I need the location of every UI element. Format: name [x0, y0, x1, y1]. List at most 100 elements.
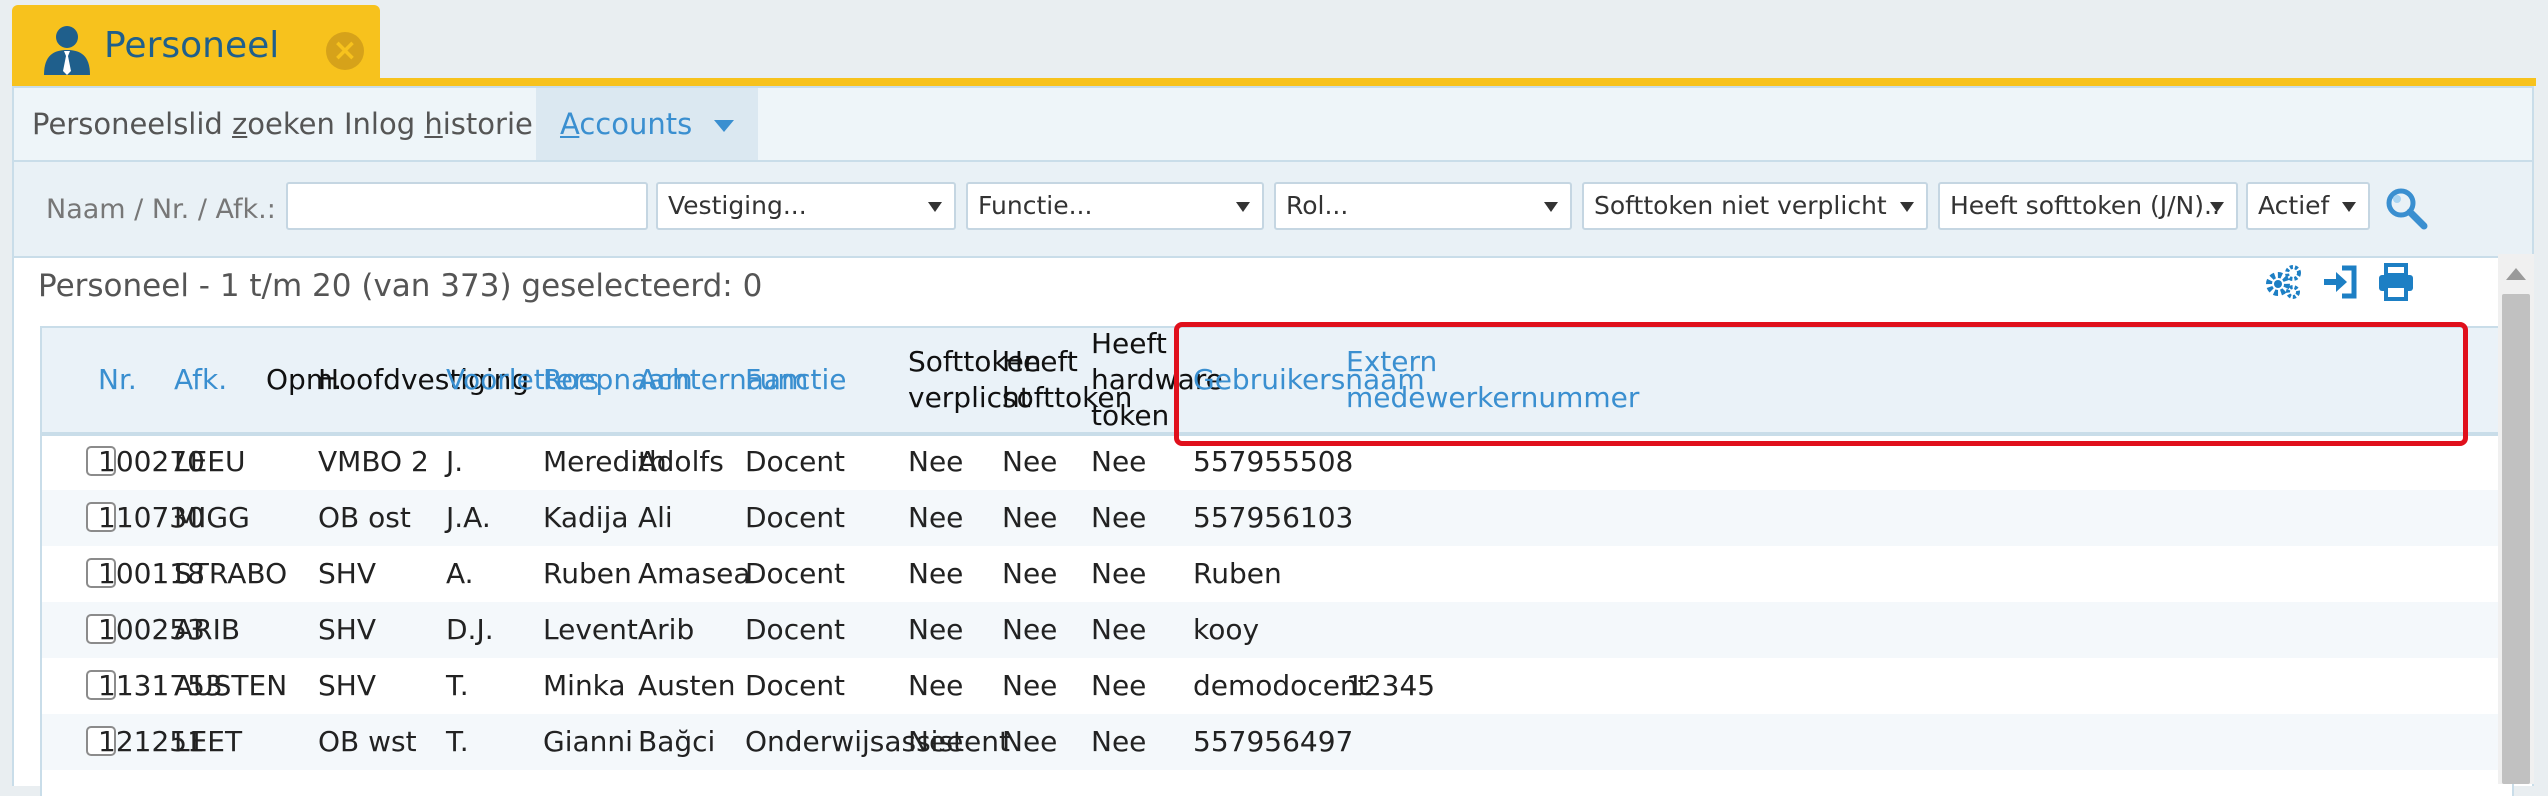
cell-hardware-token: Nee [1091, 669, 1147, 702]
cell-voorletters: A. [446, 557, 474, 590]
cell-roepnaam: Gianni [543, 725, 633, 758]
cell-extern: 12345 [1346, 669, 1436, 702]
dropdown-arrow-icon [2342, 202, 2356, 212]
cell-softtoken-verplicht: Nee [908, 725, 964, 758]
app-tab-title: Personeel [104, 25, 280, 66]
tab-personeelslid-zoeken[interactable]: Personeelslid zoeken [32, 88, 335, 160]
sign-in-icon[interactable] [2320, 262, 2360, 302]
cell-softtoken-verplicht: Nee [908, 613, 964, 646]
scroll-thumb[interactable] [2502, 294, 2530, 784]
tab-label-part: istorie [442, 107, 533, 141]
table-row[interactable]: 100253 ARIB SHV D.J. Levent Arib Docent Nee Nee N… [42, 602, 2512, 658]
cell-achternaam: Bağci [638, 725, 716, 758]
cell-heeft-softtoken: Nee [1002, 501, 1058, 534]
search-input[interactable] [286, 182, 648, 230]
chevron-down-icon [714, 120, 735, 132]
column-header-functie[interactable]: Functie [745, 362, 846, 398]
cell-achternaam: Ali [638, 501, 673, 534]
cell-hoofdvestiging: OB ost [318, 501, 411, 534]
actief-select-value: Actief [2258, 191, 2330, 220]
table-row[interactable]: 100118 STRABO SHV A. Ruben Amasea Docent Nee Nee… [42, 546, 2512, 602]
cell-hoofdvestiging: VMBO 2 [318, 445, 429, 478]
user-tie-icon [44, 26, 90, 75]
table-row[interactable]: 110730 MIGG OB ost J.A. Kadija Ali Docent Nee Ne… [42, 490, 2512, 546]
tab-label-part: oeken [247, 107, 335, 141]
table-row[interactable]: 1131753 AUSTEN SHV T. Minka Austen Docent Nee Ne… [42, 658, 2512, 714]
cell-gebruikersnaam: 557956497 [1193, 725, 1354, 758]
cell-afk: ARIB [174, 613, 241, 646]
cell-functie: Docent [745, 501, 846, 534]
cell-functie: Onderwijsassistent [745, 725, 1010, 758]
cell-roepnaam: Ruben [543, 557, 632, 590]
softtoken-verplicht-select[interactable]: Softtoken niet verplicht [1582, 182, 1928, 230]
cell-functie: Docent [745, 613, 846, 646]
rol-select[interactable]: Rol... [1274, 182, 1572, 230]
cell-achternaam: Amasea [638, 557, 751, 590]
functie-select[interactable]: Functie... [966, 182, 1264, 230]
print-icon[interactable] [2376, 262, 2416, 302]
tab-accounts[interactable]: Accounts [536, 88, 759, 160]
sub-navigation: Personeelslid zoeken Inlog historie Acco… [14, 88, 2532, 162]
cell-hardware-token: Nee [1091, 725, 1147, 758]
cell-afk: LEET [174, 725, 243, 758]
tab-label-part: ccounts [579, 107, 693, 141]
cell-voorletters: T. [446, 669, 469, 702]
cell-softtoken-verplicht: Nee [908, 501, 964, 534]
cell-afk: MIGG [174, 501, 250, 534]
dropdown-arrow-icon [1236, 202, 1250, 212]
dropdown-arrow-icon [928, 202, 942, 212]
cell-gebruikersnaam: Ruben [1193, 557, 1282, 590]
cell-hardware-token: Nee [1091, 501, 1147, 534]
cell-heeft-softtoken: Nee [1002, 557, 1058, 590]
vestiging-select-value: Vestiging... [668, 191, 807, 220]
scroll-up-arrow-icon[interactable] [2506, 268, 2526, 280]
cell-softtoken-verplicht: Nee [908, 445, 964, 478]
tab-label-part: Personeelslid [32, 107, 233, 141]
cell-achternaam: Adolfs [638, 445, 724, 478]
app-tab-personeel[interactable]: Personeel × [12, 5, 380, 82]
cell-functie: Docent [745, 445, 846, 478]
column-header-nr[interactable]: Nr. [98, 362, 137, 398]
cell-roepnaam: Levent [543, 613, 638, 646]
dropdown-arrow-icon [1544, 202, 1558, 212]
cell-voorletters: T. [446, 725, 469, 758]
cell-voorletters: J. [446, 445, 464, 478]
cell-functie: Docent [745, 669, 846, 702]
tab-underline [12, 78, 2536, 86]
filter-bar: Naam / Nr. / Afk.: Vestiging... Functie.… [14, 162, 2532, 258]
list-title: Personeel - 1 t/m 20 (van 373) geselecte… [38, 268, 763, 304]
cell-heeft-softtoken: Nee [1002, 669, 1058, 702]
cell-hardware-token: Nee [1091, 613, 1147, 646]
cell-heeft-softtoken: Nee [1002, 613, 1058, 646]
cell-achternaam: Arib [638, 613, 695, 646]
table-row[interactable]: 121251 LEET OB wst T. Gianni Bağci Onderwijsas… [42, 714, 2512, 770]
cell-voorletters: J.A. [446, 501, 491, 534]
heeft-softtoken-select[interactable]: Heeft softtoken (J/N).. [1938, 182, 2238, 230]
cell-functie: Docent [745, 557, 846, 590]
heeft-softtoken-select-value: Heeft softtoken (J/N).. [1950, 191, 2220, 220]
cell-hardware-token: Nee [1091, 557, 1147, 590]
settings-gears-icon[interactable] [2262, 262, 2302, 302]
vertical-scrollbar[interactable] [2498, 254, 2534, 784]
cell-gebruikersnaam: kooy [1193, 613, 1260, 646]
cell-heeft-softtoken: Nee [1002, 445, 1058, 478]
softtoken-verplicht-select-value: Softtoken niet verplicht [1594, 191, 1887, 220]
cell-afk: STRABO [174, 557, 288, 590]
cell-hoofdvestiging: SHV [318, 557, 376, 590]
search-icon[interactable] [2384, 186, 2428, 230]
cell-voorletters: D.J. [446, 613, 494, 646]
tab-label-part: Inlog [344, 107, 425, 141]
cell-roepnaam: Minka [543, 669, 626, 702]
cell-softtoken-verplicht: Nee [908, 669, 964, 702]
column-header-afk[interactable]: Afk. [174, 362, 227, 398]
cell-roepnaam: Kadija [543, 501, 629, 534]
vestiging-select[interactable]: Vestiging... [656, 182, 956, 230]
cell-hardware-token: Nee [1091, 445, 1147, 478]
actief-select[interactable]: Actief [2246, 182, 2370, 230]
tab-accesskey: A [560, 107, 580, 141]
cell-hoofdvestiging: SHV [318, 669, 376, 702]
tab-accesskey: z [232, 107, 248, 141]
close-icon[interactable]: × [326, 32, 364, 70]
cell-hoofdvestiging: OB wst [318, 725, 417, 758]
tab-inlog-historie[interactable]: Inlog historie [344, 88, 533, 160]
